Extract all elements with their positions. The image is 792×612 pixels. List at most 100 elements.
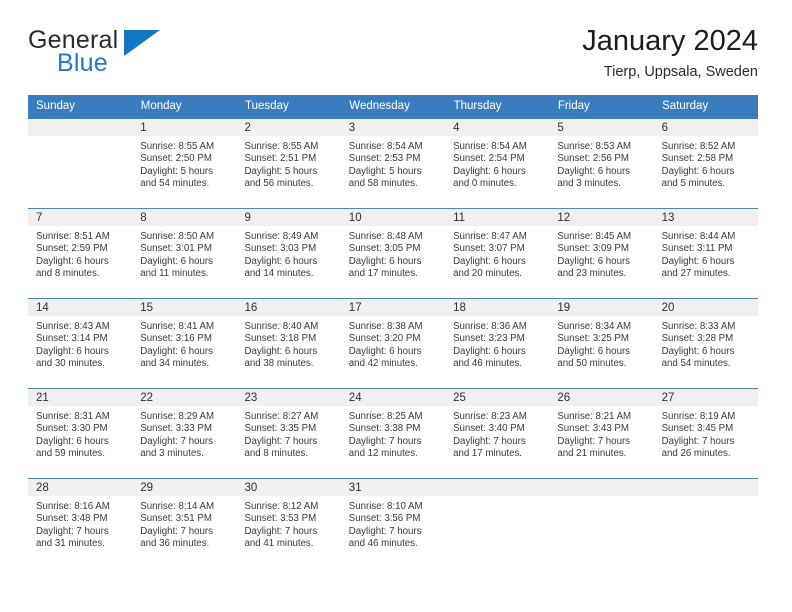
sunrise-time: Sunrise: 8:38 AM bbox=[348, 321, 423, 332]
calendar-day-cell[interactable]: 20 Sunrise: 8:33 AM Sunset: 3:28 PM Dayligh… bbox=[653, 298, 758, 389]
daylight-duration-line2: and 8 minutes. bbox=[36, 268, 100, 280]
daylight-duration-line1: Daylight: 6 hours bbox=[36, 345, 109, 357]
sunset-time: Sunset: 3:30 PM bbox=[36, 423, 108, 435]
daylight-duration-line2: and 3 minutes. bbox=[557, 178, 621, 190]
daylight-duration-line2: and 38 minutes. bbox=[244, 358, 314, 370]
calendar-day-cell-empty bbox=[445, 478, 550, 568]
calendar-day-cell[interactable]: 28 Sunrise: 8:16 AM Sunset: 3:48 PM Dayligh… bbox=[28, 478, 133, 568]
calendar-day-cell[interactable]: 4 Sunrise: 8:54 AM Sunset: 2:54 PM Daylight… bbox=[445, 119, 550, 209]
day-sun-info: Sunrise: 8:52 AM Sunset: 2:58 PM Daylight:… bbox=[654, 136, 758, 191]
day-cell-content bbox=[549, 479, 654, 568]
calendar-day-cell[interactable]: 6 Sunrise: 8:52 AM Sunset: 2:58 PM Daylight… bbox=[653, 119, 758, 209]
daylight-duration-line1: Daylight: 7 hours bbox=[140, 525, 213, 537]
calendar-day-cell[interactable]: 31 Sunrise: 8:10 AM Sunset: 3:56 PM Dayligh… bbox=[340, 478, 446, 568]
calendar-day-cell[interactable]: 27 Sunrise: 8:19 AM Sunset: 3:45 PM Dayligh… bbox=[653, 388, 758, 479]
calendar-day-cell[interactable]: 8 Sunrise: 8:50 AM Sunset: 3:01 PM Daylight… bbox=[132, 208, 237, 299]
calendar-day-cell[interactable]: 15 Sunrise: 8:41 AM Sunset: 3:16 PM Dayligh… bbox=[132, 298, 237, 389]
sunset-time: Sunset: 3:56 PM bbox=[348, 513, 421, 525]
day-number: 24 bbox=[340, 389, 446, 406]
calendar-day-cell[interactable]: 7 Sunrise: 8:51 AM Sunset: 2:59 PM Daylight… bbox=[28, 208, 133, 299]
brand-logo[interactable]: General Blue bbox=[28, 22, 218, 76]
day-cell-content: 22 Sunrise: 8:29 AM Sunset: 3:33 PM Dayligh… bbox=[132, 389, 237, 478]
sunrise-time: Sunrise: 8:54 AM bbox=[453, 141, 527, 152]
day-cell-content: 16 Sunrise: 8:40 AM Sunset: 3:18 PM Dayligh… bbox=[236, 299, 341, 388]
day-cell-content: 27 Sunrise: 8:19 AM Sunset: 3:45 PM Dayligh… bbox=[653, 389, 758, 478]
daylight-duration-line1: Daylight: 6 hours bbox=[453, 165, 526, 177]
day-number: 21 bbox=[28, 389, 133, 406]
day-cell-content: 2 Sunrise: 8:55 AM Sunset: 2:51 PM Daylight… bbox=[236, 119, 341, 208]
day-number: 4 bbox=[445, 119, 550, 136]
calendar-day-cell[interactable]: 10 Sunrise: 8:48 AM Sunset: 3:05 PM Dayligh… bbox=[340, 208, 446, 299]
sunrise-time: Sunrise: 8:25 AM bbox=[348, 411, 423, 422]
daylight-duration-line2: and 0 minutes. bbox=[453, 178, 517, 190]
title-block: January 2024 Tierp, Uppsala, Sweden bbox=[582, 22, 758, 83]
sunset-time: Sunset: 3:18 PM bbox=[244, 333, 317, 345]
day-number: 9 bbox=[236, 209, 341, 226]
day-number: 31 bbox=[340, 479, 446, 496]
daylight-duration-line1: Daylight: 7 hours bbox=[348, 435, 422, 447]
day-cell-content: 7 Sunrise: 8:51 AM Sunset: 2:59 PM Daylight… bbox=[28, 209, 133, 298]
weekday-header-thursday: Thursday bbox=[445, 95, 550, 119]
calendar-day-cell[interactable]: 17 Sunrise: 8:38 AM Sunset: 3:20 PM Dayligh… bbox=[340, 298, 446, 389]
calendar-week-row: 1 Sunrise: 8:55 AM Sunset: 2:50 PM Daylight… bbox=[28, 119, 758, 209]
calendar-day-cell[interactable]: 19 Sunrise: 8:34 AM Sunset: 3:25 PM Dayligh… bbox=[549, 298, 654, 389]
sunset-time: Sunset: 3:25 PM bbox=[557, 333, 629, 345]
calendar-day-cell[interactable]: 1 Sunrise: 8:55 AM Sunset: 2:50 PM Daylight… bbox=[132, 119, 237, 209]
daylight-duration-line2: and 54 minutes. bbox=[140, 178, 210, 190]
calendar-day-cell[interactable]: 2 Sunrise: 8:55 AM Sunset: 2:51 PM Daylight… bbox=[236, 119, 341, 209]
weekday-header-sunday: Sunday bbox=[28, 95, 133, 119]
day-number: 15 bbox=[132, 299, 237, 316]
sunset-time: Sunset: 3:11 PM bbox=[661, 243, 733, 255]
day-cell-content: 13 Sunrise: 8:44 AM Sunset: 3:11 PM Dayligh… bbox=[653, 209, 758, 298]
daylight-duration-line2: and 56 minutes. bbox=[244, 178, 314, 190]
daylight-duration-line1: Daylight: 7 hours bbox=[36, 525, 109, 537]
calendar-day-cell[interactable]: 24 Sunrise: 8:25 AM Sunset: 3:38 PM Dayligh… bbox=[340, 388, 446, 479]
daylight-duration-line2: and 36 minutes. bbox=[140, 538, 210, 550]
day-cell-content bbox=[28, 119, 133, 208]
sunrise-time: Sunrise: 8:55 AM bbox=[244, 141, 319, 152]
sunset-time: Sunset: 3:35 PM bbox=[244, 423, 317, 435]
sunrise-time: Sunrise: 8:19 AM bbox=[661, 411, 736, 422]
calendar-day-cell[interactable]: 14 Sunrise: 8:43 AM Sunset: 3:14 PM Dayligh… bbox=[28, 298, 133, 389]
calendar-day-cell[interactable]: 30 Sunrise: 8:12 AM Sunset: 3:53 PM Dayligh… bbox=[236, 478, 341, 568]
sunrise-time: Sunrise: 8:16 AM bbox=[36, 501, 110, 512]
day-cell-content bbox=[445, 479, 550, 568]
day-sun-info: Sunrise: 8:14 AM Sunset: 3:51 PM Daylight:… bbox=[132, 496, 236, 551]
sunrise-time: Sunrise: 8:53 AM bbox=[557, 141, 632, 152]
daylight-duration-line2: and 11 minutes. bbox=[140, 268, 209, 280]
sunset-time: Sunset: 2:51 PM bbox=[244, 153, 317, 165]
calendar-page: General Blue January 2024 Tierp, Uppsala… bbox=[0, 0, 792, 612]
day-cell-content: 29 Sunrise: 8:14 AM Sunset: 3:51 PM Dayligh… bbox=[132, 479, 237, 568]
daylight-duration-line1: Daylight: 6 hours bbox=[661, 165, 735, 177]
day-cell-content: 1 Sunrise: 8:55 AM Sunset: 2:50 PM Daylight… bbox=[132, 119, 237, 208]
daylight-duration-line1: Daylight: 7 hours bbox=[140, 435, 213, 447]
day-number: 20 bbox=[653, 299, 758, 316]
calendar-day-cell[interactable]: 5 Sunrise: 8:53 AM Sunset: 2:56 PM Daylight… bbox=[549, 119, 654, 209]
sunset-time: Sunset: 3:51 PM bbox=[140, 513, 212, 525]
calendar-day-cell[interactable]: 21 Sunrise: 8:31 AM Sunset: 3:30 PM Dayligh… bbox=[28, 388, 133, 479]
calendar-day-cell[interactable]: 22 Sunrise: 8:29 AM Sunset: 3:33 PM Dayligh… bbox=[132, 388, 237, 479]
daylight-duration-line2: and 58 minutes. bbox=[348, 178, 418, 190]
daylight-duration-line2: and 20 minutes. bbox=[453, 268, 522, 280]
calendar-week-row: 7 Sunrise: 8:51 AM Sunset: 2:59 PM Daylight… bbox=[28, 208, 758, 299]
day-number: 29 bbox=[132, 479, 237, 496]
daylight-duration-line2: and 3 minutes. bbox=[140, 448, 204, 460]
calendar-day-cell[interactable]: 25 Sunrise: 8:23 AM Sunset: 3:40 PM Dayligh… bbox=[445, 388, 550, 479]
calendar-day-cell[interactable]: 18 Sunrise: 8:36 AM Sunset: 3:23 PM Dayligh… bbox=[445, 298, 550, 389]
calendar-day-cell[interactable]: 23 Sunrise: 8:27 AM Sunset: 3:35 PM Dayligh… bbox=[236, 388, 341, 479]
calendar-day-cell[interactable]: 12 Sunrise: 8:45 AM Sunset: 3:09 PM Dayligh… bbox=[549, 208, 654, 299]
calendar-day-cell[interactable]: 13 Sunrise: 8:44 AM Sunset: 3:11 PM Dayligh… bbox=[653, 208, 758, 299]
sunrise-time: Sunrise: 8:36 AM bbox=[453, 321, 527, 332]
calendar-day-cell[interactable]: 3 Sunrise: 8:54 AM Sunset: 2:53 PM Daylight… bbox=[340, 119, 446, 209]
calendar-week-row: 28 Sunrise: 8:16 AM Sunset: 3:48 PM Dayligh… bbox=[28, 478, 758, 568]
calendar-day-cell[interactable]: 9 Sunrise: 8:49 AM Sunset: 3:03 PM Daylight… bbox=[236, 208, 341, 299]
daylight-duration-line1: Daylight: 6 hours bbox=[453, 255, 526, 267]
calendar-day-cell[interactable]: 29 Sunrise: 8:14 AM Sunset: 3:51 PM Dayligh… bbox=[132, 478, 237, 568]
daylight-duration-line1: Daylight: 6 hours bbox=[557, 255, 631, 267]
day-sun-info: Sunrise: 8:55 AM Sunset: 2:51 PM Daylight:… bbox=[237, 136, 341, 191]
calendar-day-cell[interactable]: 11 Sunrise: 8:47 AM Sunset: 3:07 PM Dayligh… bbox=[445, 208, 550, 299]
sunrise-time: Sunrise: 8:48 AM bbox=[348, 231, 423, 242]
calendar-day-cell[interactable]: 16 Sunrise: 8:40 AM Sunset: 3:18 PM Dayligh… bbox=[236, 298, 341, 389]
calendar-day-cell[interactable]: 26 Sunrise: 8:21 AM Sunset: 3:43 PM Dayligh… bbox=[549, 388, 654, 479]
sunrise-time: Sunrise: 8:44 AM bbox=[661, 231, 736, 242]
